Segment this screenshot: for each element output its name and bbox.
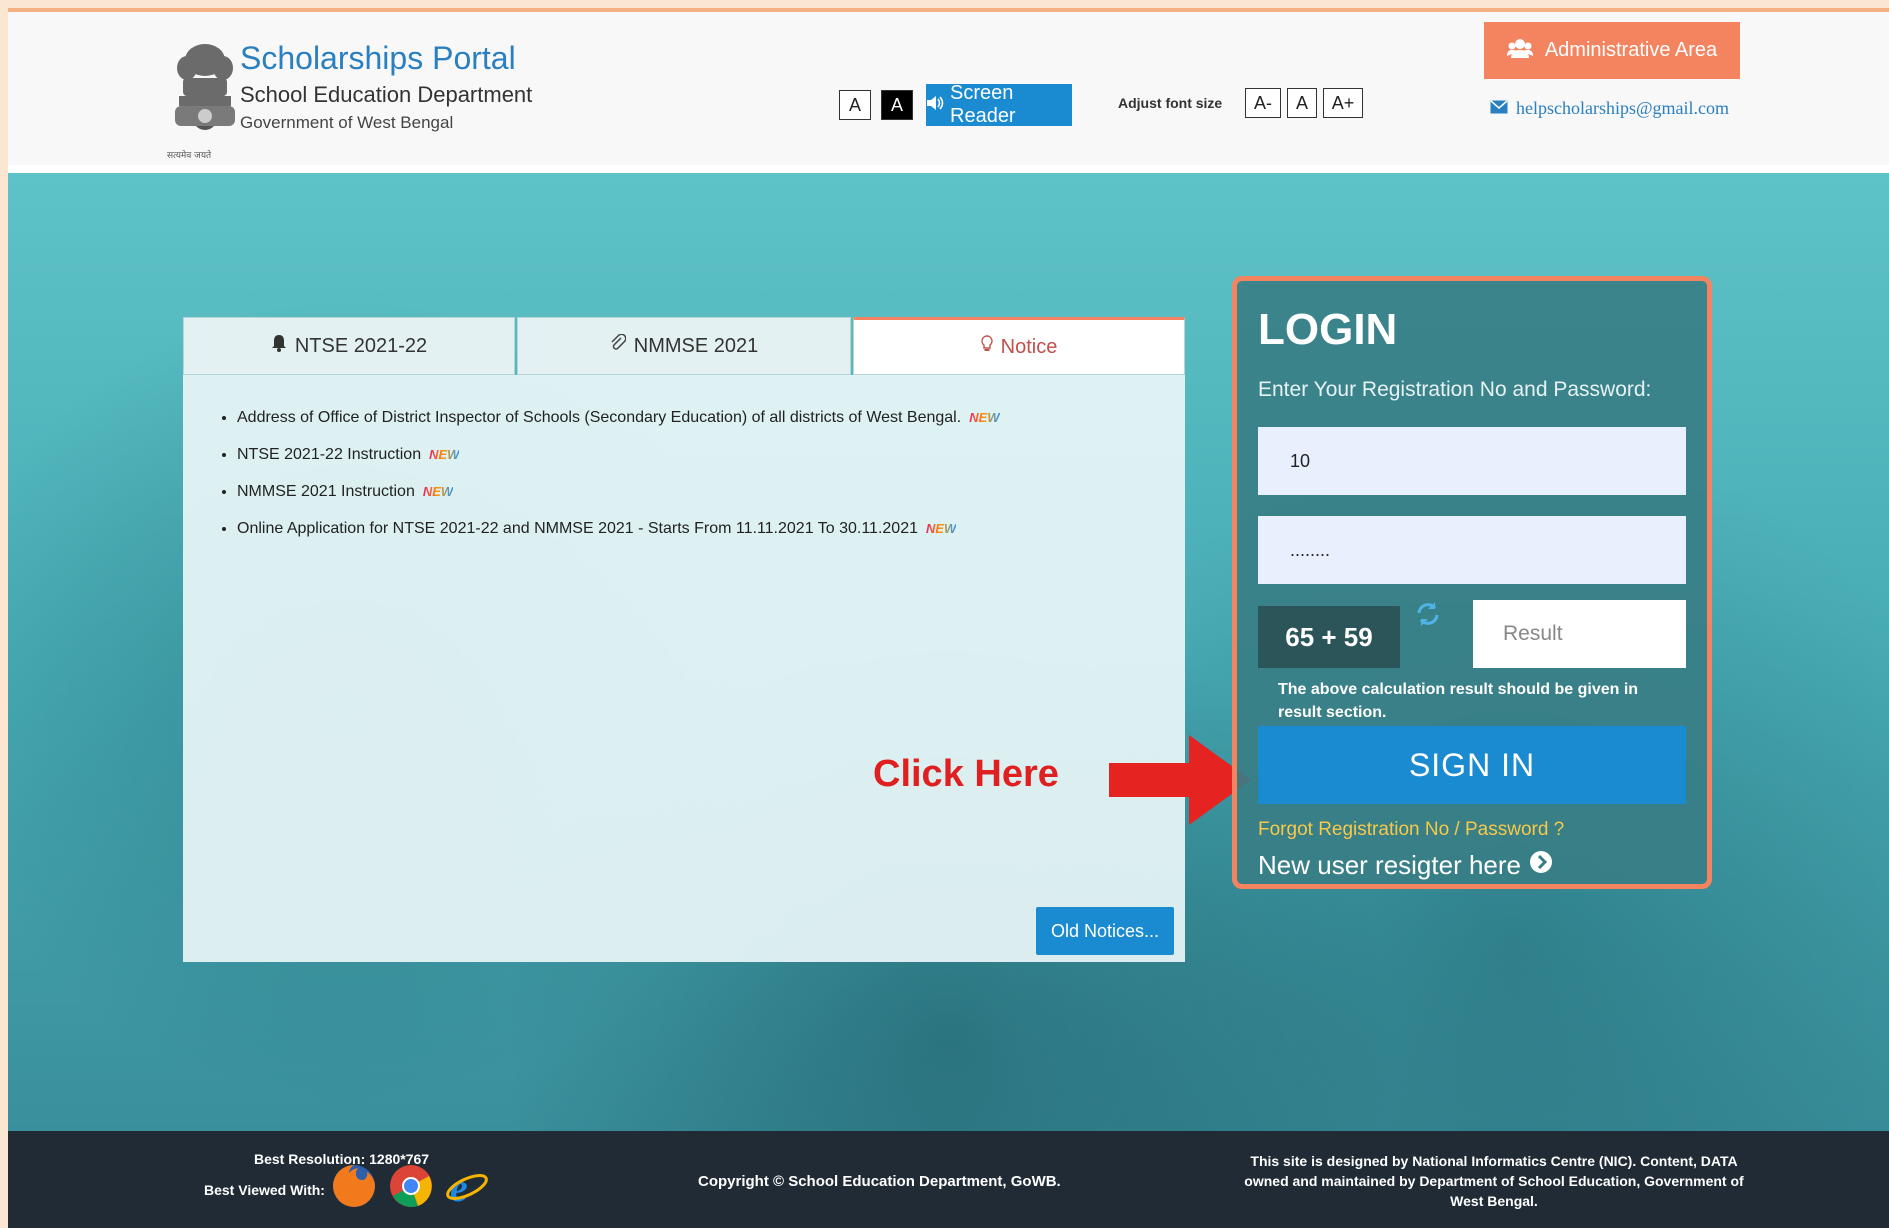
sign-in-button[interactable]: SIGN IN: [1258, 726, 1686, 804]
government-name: Government of West Bengal: [240, 113, 454, 132]
site-header: सत्यमेव जयते Scholarships Portal School …: [8, 12, 1889, 173]
speaker-icon: [926, 94, 944, 117]
internet-explorer-icon: e: [444, 1163, 490, 1210]
new-user-register-link[interactable]: New user resigter here: [1258, 850, 1553, 881]
font-reset-button[interactable]: A: [1287, 88, 1317, 118]
bell-icon: [271, 334, 287, 358]
help-email-text: helpscholarships@gmail.com: [1516, 98, 1730, 118]
firefox-icon: [331, 1163, 377, 1209]
arrow-right-icon: [1109, 735, 1251, 825]
envelope-icon: [1490, 98, 1508, 119]
new-badge: NEW: [925, 521, 957, 536]
help-email-link[interactable]: helpscholarships@gmail.com: [1490, 98, 1729, 119]
tab-ntse[interactable]: NTSE 2021-22: [183, 317, 515, 375]
normal-contrast-button[interactable]: A: [839, 90, 871, 120]
notice-link[interactable]: Online Application for NTSE 2021-22 and …: [237, 520, 918, 537]
main-section: NTSE 2021-22 NMMSE 2021 Notice Address o…: [8, 173, 1889, 1131]
adjust-font-label: Adjust font size: [1118, 95, 1223, 111]
emblem-motto: सत्यमेव जयते: [167, 149, 212, 161]
state-emblem: सत्यमेव जयते: [165, 38, 245, 163]
tabs-panel: NTSE 2021-22 NMMSE 2021 Notice Address o…: [183, 317, 1185, 962]
captcha-result-input[interactable]: [1473, 600, 1686, 668]
new-badge: NEW: [969, 410, 1000, 425]
best-viewed-label: Best Viewed With:: [204, 1182, 325, 1198]
notice-link[interactable]: Address of Office of District Inspector …: [237, 409, 961, 426]
new-user-label: New user resigter here: [1258, 850, 1521, 880]
screen-reader-button[interactable]: Screen Reader: [926, 82, 1072, 127]
site-footer: Best Resolution: 1280*767 Best Viewed Wi…: [8, 1131, 1889, 1228]
department-name: School Education Department: [240, 82, 533, 107]
tab-nmmse-label: NMMSE 2021: [633, 334, 759, 357]
refresh-icon[interactable]: [1413, 599, 1443, 629]
forgot-password-link[interactable]: Forgot Registration No / Password ?: [1258, 819, 1564, 841]
users-icon: [1506, 38, 1533, 64]
tab-ntse-label: NTSE 2021-22: [294, 334, 428, 357]
notice-item[interactable]: NMMSE 2021 Instruction NEW: [237, 483, 1185, 501]
screen-reader-label: Screen Reader: [950, 82, 1016, 127]
notice-item[interactable]: Online Application for NTSE 2021-22 and …: [237, 520, 1185, 538]
notice-link[interactable]: NTSE 2021-22 Instruction: [237, 446, 421, 463]
registration-number-input[interactable]: [1258, 427, 1686, 495]
captcha-question: 65 + 59: [1258, 606, 1400, 668]
font-decrease-button[interactable]: A-: [1245, 88, 1281, 118]
chevron-right-circle-icon: [1529, 850, 1553, 881]
password-input[interactable]: [1258, 516, 1686, 584]
page-frame: सत्यमेव जयते Scholarships Portal School …: [8, 8, 1889, 1228]
new-badge: NEW: [429, 447, 460, 462]
tab-notice[interactable]: Notice: [853, 317, 1185, 375]
administrative-area-label: Administrative Area: [1544, 39, 1718, 61]
portal-title: Scholarships Portal: [240, 40, 516, 76]
nic-credit-text: This site is designed by National Inform…: [1244, 1153, 1744, 1209]
login-title: LOGIN: [1258, 305, 1398, 354]
administrative-area-button[interactable]: Administrative Area: [1484, 22, 1740, 79]
captcha-note: The above calculation result should be g…: [1278, 681, 1639, 721]
notice-link[interactable]: NMMSE 2021 Instruction: [237, 483, 415, 500]
font-increase-button[interactable]: A+: [1323, 88, 1363, 118]
login-instructions: Enter Your Registration No and Password:: [1258, 378, 1652, 401]
notice-panel: Address of Office of District Inspector …: [183, 375, 1185, 962]
notice-item[interactable]: Address of Office of District Inspector …: [237, 409, 1185, 427]
new-badge: NEW: [422, 484, 454, 499]
tab-notice-label: Notice: [1000, 335, 1058, 358]
old-notices-button[interactable]: Old Notices...: [1036, 907, 1174, 955]
login-panel: LOGIN Enter Your Registration No and Pas…: [1232, 276, 1712, 889]
high-contrast-button[interactable]: A: [881, 90, 913, 120]
copyright-text: Copyright © School Education Department,…: [698, 1173, 1061, 1190]
tab-nmmse[interactable]: NMMSE 2021: [517, 317, 851, 375]
notice-item[interactable]: NTSE 2021-22 Instruction NEW: [237, 446, 1185, 464]
paperclip-icon: [610, 333, 627, 358]
click-here-annotation: Click Here: [873, 753, 1059, 795]
notice-list: Address of Office of District Inspector …: [183, 375, 1185, 538]
lightbulb-icon: [980, 335, 993, 359]
chrome-icon: [388, 1163, 434, 1209]
